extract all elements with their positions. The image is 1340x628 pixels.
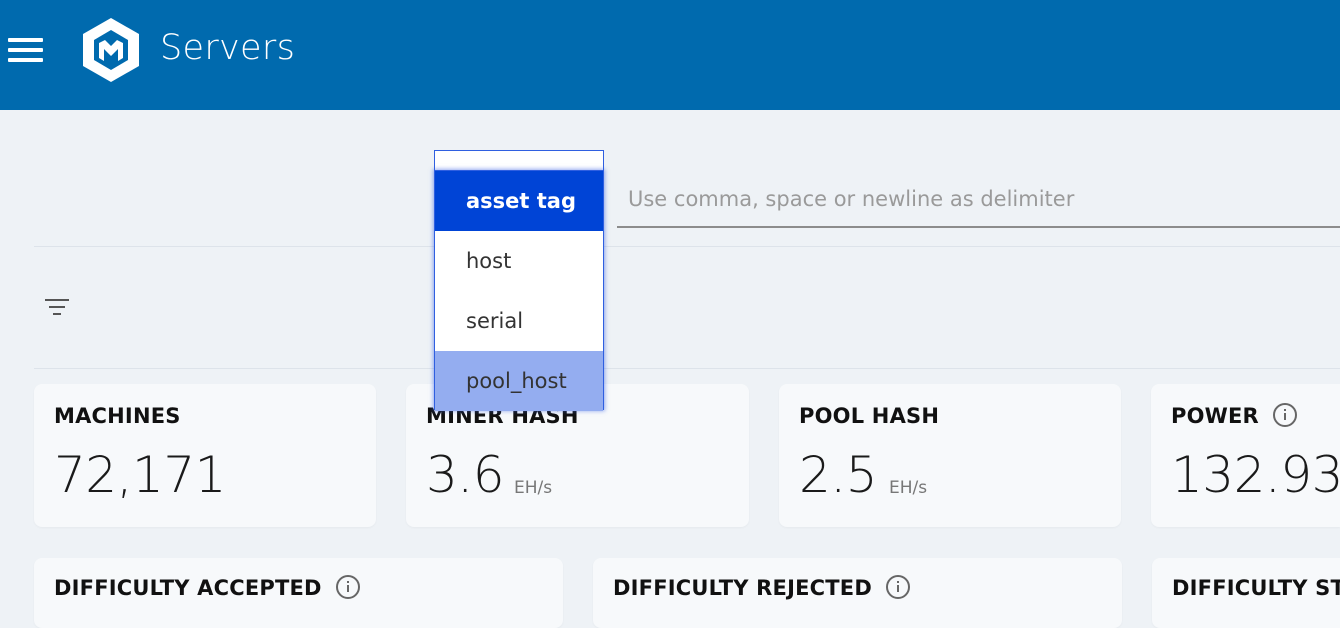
search-field-dropdown: asset tag host serial pool_host — [434, 170, 604, 411]
difficulty-accepted-card: DIFFICULTY ACCEPTED — [34, 558, 563, 628]
filter-divider — [34, 368, 1340, 369]
difficulty-rejected-title: DIFFICULTY REJECTED — [613, 576, 872, 600]
difficulty-rejected-card: DIFFICULTY REJECTED — [593, 558, 1122, 628]
power-title: POWER — [1171, 404, 1259, 428]
difficulty-stale-title: DIFFICULTY STA — [1172, 576, 1340, 600]
pool-hash-value: 2.5 — [799, 446, 878, 504]
dropdown-option-serial[interactable]: serial — [435, 291, 603, 351]
machines-card: MACHINES 72,171 — [34, 384, 376, 527]
filter-icon[interactable] — [44, 297, 70, 317]
dropdown-option-pool-host[interactable]: pool_host — [435, 351, 603, 411]
pool-hash-title: POOL HASH — [799, 404, 940, 428]
top-app-bar: Servers — [0, 0, 1340, 110]
power-title-wrap: POWER — [1171, 403, 1297, 429]
dropdown-option-host[interactable]: host — [435, 231, 603, 291]
machines-value: 72,171 — [54, 446, 226, 504]
difficulty-rejected-info-icon[interactable] — [885, 575, 910, 599]
pool-hash-card: POOL HASH 2.5 EH/s — [779, 384, 1121, 527]
difficulty-accepted-title: DIFFICULTY ACCEPTED — [54, 576, 322, 600]
dropdown-option-asset-tag[interactable]: asset tag — [435, 171, 603, 231]
pool-hash-unit: EH/s — [889, 478, 928, 498]
difficulty-accepted-title-wrap: DIFFICULTY ACCEPTED — [54, 575, 360, 601]
machines-title: MACHINES — [54, 404, 181, 428]
search-divider — [34, 246, 1340, 247]
miner-hash-value: 3.6 — [426, 446, 505, 504]
power-info-icon[interactable] — [1272, 403, 1297, 427]
power-card: POWER 132.93 — [1151, 384, 1340, 527]
difficulty-accepted-info-icon[interactable] — [335, 575, 360, 599]
power-value: 132.93 — [1171, 446, 1340, 504]
app-logo-icon — [83, 18, 139, 82]
search-field-select[interactable] — [434, 150, 604, 172]
page-title: Servers — [160, 28, 296, 68]
difficulty-rejected-title-wrap: DIFFICULTY REJECTED — [613, 575, 910, 601]
difficulty-stale-card: DIFFICULTY STA — [1152, 558, 1340, 628]
search-input[interactable] — [617, 172, 1340, 228]
miner-hash-unit: EH/s — [514, 478, 553, 498]
hamburger-menu-icon[interactable] — [8, 38, 44, 64]
